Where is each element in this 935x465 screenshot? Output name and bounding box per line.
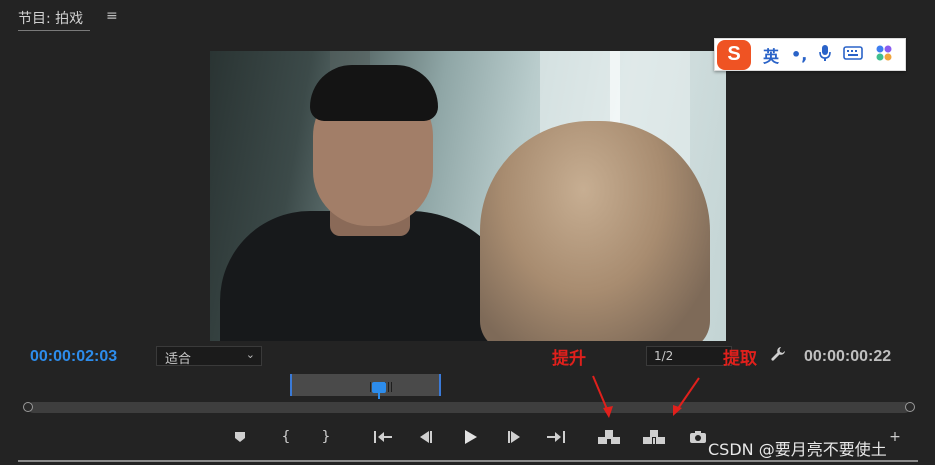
play-icon[interactable] bbox=[459, 426, 481, 448]
lift-annotation-label: 提升 bbox=[552, 349, 586, 369]
zoom-scroll-bar[interactable] bbox=[28, 402, 910, 413]
zoom-scroll-left-handle[interactable] bbox=[23, 402, 33, 412]
go-to-out-icon[interactable] bbox=[544, 426, 568, 448]
camera-icon[interactable] bbox=[687, 426, 709, 448]
ime-toolbar[interactable]: S 英 •, bbox=[714, 38, 906, 71]
in-out-range-bar[interactable] bbox=[290, 374, 441, 396]
zoom-fit-select[interactable]: 适合 ⌄ bbox=[156, 346, 262, 367]
step-back-icon[interactable] bbox=[415, 426, 437, 448]
sogou-logo-icon[interactable]: S bbox=[717, 39, 751, 70]
panel-title[interactable]: 节目: 拍戏 bbox=[18, 8, 83, 28]
microphone-icon[interactable] bbox=[819, 44, 832, 66]
lift-icon[interactable] bbox=[596, 426, 622, 448]
mark-out-icon[interactable]: } bbox=[316, 426, 336, 448]
extract-annotation-label: 提取 bbox=[723, 349, 757, 369]
zoom-scroll-right-handle[interactable] bbox=[905, 402, 915, 412]
panel-bottom-border bbox=[18, 460, 918, 462]
mark-in-icon[interactable]: { bbox=[276, 426, 296, 448]
woman-hair bbox=[480, 121, 710, 341]
playback-resolution-select[interactable]: 1/2 bbox=[646, 346, 732, 366]
annotation-arrows bbox=[592, 375, 700, 418]
panel-menu-icon[interactable]: ≡ bbox=[106, 8, 118, 24]
panel-title-underline bbox=[18, 30, 90, 31]
csdn-watermark: CSDN @要月亮不要使土 bbox=[708, 440, 887, 459]
man-hair bbox=[310, 65, 438, 121]
add-button-icon[interactable]: + bbox=[885, 426, 905, 448]
playhead-handle[interactable] bbox=[372, 382, 386, 393]
program-monitor-video[interactable] bbox=[210, 51, 726, 341]
keyboard-icon[interactable] bbox=[843, 45, 864, 64]
chevron-down-icon: ⌄ bbox=[245, 348, 255, 361]
ime-language-toggle[interactable]: 英 bbox=[763, 43, 779, 67]
apps-icon[interactable] bbox=[875, 44, 893, 66]
marker-icon[interactable] bbox=[230, 426, 250, 448]
playhead-line bbox=[378, 393, 380, 399]
go-to-in-icon[interactable] bbox=[371, 426, 395, 448]
ime-punctuation-toggle[interactable]: •, bbox=[791, 45, 807, 64]
extract-icon[interactable] bbox=[641, 426, 667, 448]
zoom-fit-value: 适合 bbox=[165, 352, 192, 367]
wrench-icon[interactable] bbox=[770, 346, 786, 366]
current-timecode[interactable]: 00:00:02:03 bbox=[30, 348, 117, 366]
duration-timecode: 00:00:00:22 bbox=[804, 348, 892, 365]
step-forward-icon[interactable] bbox=[503, 426, 525, 448]
